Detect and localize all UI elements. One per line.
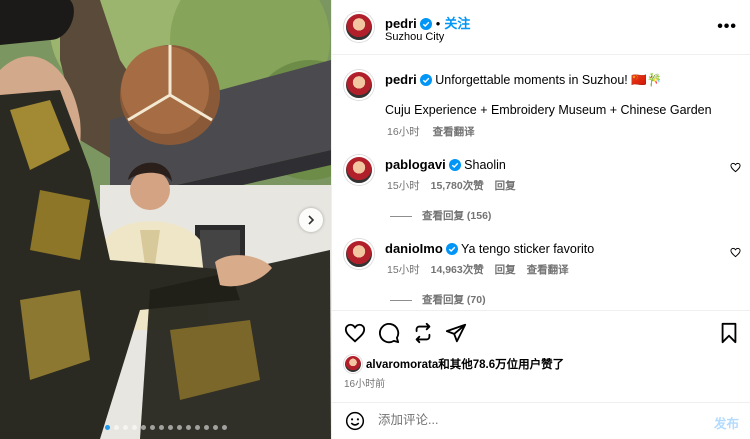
reply-button[interactable]: 回复 (495, 180, 516, 192)
author-username[interactable]: pedri (385, 16, 417, 31)
carousel-dot (104, 425, 110, 430)
carousel-dot (140, 425, 146, 430)
carousel-dot (149, 425, 155, 430)
carousel-indicator (0, 425, 331, 430)
view-replies-label[interactable]: 查看回复 (156) (422, 210, 491, 222)
post-image[interactable] (0, 0, 331, 439)
author-avatar[interactable] (344, 12, 374, 42)
emoji-icon[interactable] (345, 411, 365, 431)
reply-button[interactable]: 回复 (495, 264, 516, 276)
comment-text: Ya tengo sticker favorito (461, 242, 595, 256)
follow-button[interactable]: 关注 (444, 16, 470, 31)
comment: pablogavi Shaolin (385, 156, 506, 174)
caption-meta: 16小时 查看翻译 (387, 124, 475, 139)
comment-bubble-icon[interactable] (378, 322, 400, 344)
view-replies-label[interactable]: 查看回复 (70) (422, 294, 486, 306)
caption-avatar[interactable] (344, 70, 374, 100)
post-header: pedri • 关注 Suzhou City ••• (332, 0, 750, 55)
photo-illustration (0, 0, 331, 439)
carousel-dot (113, 425, 119, 430)
post-side-panel: pedri • 关注 Suzhou City ••• pedri Unforgett… (331, 0, 750, 439)
see-translation-link[interactable]: 查看翻译 (527, 264, 569, 276)
comment-time[interactable]: 15小时 (387, 180, 420, 192)
carousel-dot (194, 425, 200, 430)
comment-likes[interactable]: 14,963次赞 (431, 264, 484, 276)
comment-username[interactable]: pablogavi (385, 157, 446, 172)
comment: danioImo Ya tengo sticker favorito (385, 240, 594, 258)
likes-summary: alvaromorata和其他78.6万位用户赞了 (366, 356, 564, 372)
next-image-button[interactable] (299, 208, 323, 232)
verified-badge-icon (448, 159, 461, 171)
post-comment-button[interactable]: 发布 (714, 413, 739, 432)
comments-list: pedri Unforgettable moments in Suzhou! 🇨… (332, 56, 750, 309)
like-comment-heart-icon[interactable] (730, 247, 741, 258)
carousel-dot (131, 425, 137, 430)
comment-meta: 15小时 15,780次赞 回复 (387, 178, 516, 193)
carousel-dot (221, 425, 227, 430)
caption-line-2: Cuju Experience + Embroidery Museum + Ch… (385, 103, 712, 117)
carousel-dot (158, 425, 164, 430)
comment-input[interactable] (378, 413, 678, 427)
comment-text: Shaolin (464, 158, 506, 172)
verified-badge-icon (419, 18, 432, 30)
comment-likes[interactable]: 15,780次赞 (431, 180, 484, 192)
view-replies-link[interactable]: 查看回复 (70) (390, 292, 486, 307)
more-options-button[interactable]: ••• (717, 18, 737, 36)
see-translation-link[interactable]: 查看翻译 (433, 126, 475, 138)
carousel-dot (203, 425, 209, 430)
divider-line (390, 215, 412, 217)
liker-username[interactable]: alvaromorata (366, 359, 438, 371)
verified-badge-icon (445, 243, 458, 255)
carousel-dot (122, 425, 128, 430)
carousel-dot (176, 425, 182, 430)
caption-text: Unforgettable moments in Suzhou! 🇨🇳🎋 (435, 73, 663, 87)
commenter-avatar[interactable] (344, 239, 374, 269)
separator-dot: • (435, 16, 441, 31)
comment-username[interactable]: danioImo (385, 241, 443, 256)
chevron-right-icon (308, 215, 315, 225)
comment-time[interactable]: 15小时 (387, 264, 420, 276)
like-heart-icon[interactable] (344, 322, 366, 344)
post-timestamp[interactable]: 16小时前 (344, 375, 385, 390)
caption: pedri Unforgettable moments in Suzhou! 🇨… (385, 71, 735, 89)
carousel-dot (185, 425, 191, 430)
share-send-icon[interactable] (445, 322, 467, 344)
action-bar (332, 310, 750, 352)
caption-time[interactable]: 16小时 (387, 126, 420, 138)
verified-badge-icon (419, 74, 432, 86)
divider-line (390, 299, 412, 301)
repost-icon[interactable] (412, 322, 434, 344)
view-replies-link[interactable]: 查看回复 (156) (390, 208, 491, 223)
likes-count[interactable]: 和其他78.6万位用户赞了 (438, 359, 564, 371)
carousel-dot (212, 425, 218, 430)
commenter-avatar[interactable] (344, 155, 374, 185)
carousel-dot (167, 425, 173, 430)
comment-composer: 发布 (332, 402, 750, 439)
caption-username[interactable]: pedri (385, 72, 417, 87)
comment-meta: 15小时 14,963次赞 回复 查看翻译 (387, 262, 569, 277)
like-comment-heart-icon[interactable] (730, 162, 741, 173)
liker-avatar[interactable] (344, 355, 362, 373)
post-location[interactable]: Suzhou City (385, 31, 444, 43)
bookmark-icon[interactable] (719, 322, 739, 344)
